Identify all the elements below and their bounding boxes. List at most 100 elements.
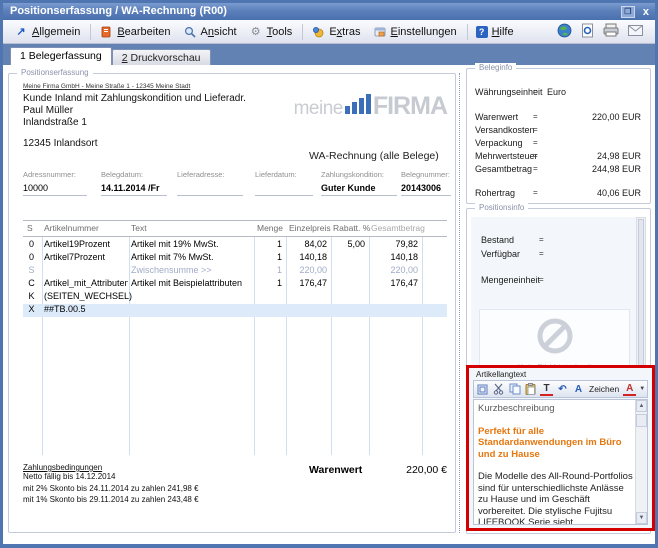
menu-extras[interactable]: Extras: [306, 23, 367, 40]
undo-icon[interactable]: ↶: [556, 383, 569, 396]
copy-icon[interactable]: [508, 383, 521, 396]
menu-bearbeiten[interactable]: Bearbeiten: [94, 23, 177, 40]
menu-allgemein[interactable]: ↗ Allgemein: [9, 23, 87, 40]
menu-separator: [467, 24, 468, 40]
scrollbar-thumb[interactable]: [636, 414, 647, 427]
tab-belegerfassung[interactable]: 1 Belegerfassung: [10, 47, 112, 65]
close-window-icon[interactable]: x: [640, 5, 652, 19]
table-row[interactable]: 0Artikel19ProzentArtikel mit 19% MwSt.18…: [9, 239, 455, 252]
title-bar: Positionserfassung / WA-Rechnung (R00) ❐…: [3, 3, 655, 20]
sender-line: Meine Firma GmbH - Meine Straße 1 - 1234…: [23, 83, 190, 90]
extras-icon: [311, 25, 325, 38]
scroll-up-icon[interactable]: ▲: [636, 400, 647, 412]
vertical-splitter[interactable]: [459, 73, 464, 533]
positionserfassung-group: Positionserfassung Meine Firma GmbH - Me…: [8, 73, 456, 533]
menu-separator: [302, 24, 303, 40]
logo-word-firma: FIRMA: [373, 92, 447, 120]
table-row-selected[interactable]: X ##TB.00.5 Artikelbeschreibung 2 Textba…: [23, 304, 447, 317]
format-text-icon[interactable]: T: [540, 383, 553, 396]
scroll-down-icon[interactable]: ▼: [636, 512, 647, 524]
beleginfo-group: Beleginfo Währungseinheit=Euro Warenwert…: [466, 68, 651, 204]
equals-sign: =: [533, 87, 538, 96]
field-lieferadresse[interactable]: Lieferadresse:: [177, 170, 243, 196]
body-text: Die Modelle des All-Round-Portfolios sin…: [478, 471, 633, 524]
content-area: Positionserfassung Meine Firma GmbH - Me…: [3, 65, 655, 544]
col-header-menge[interactable]: Menge: [257, 223, 283, 235]
info-row-bestand: Bestand=: [481, 235, 639, 247]
col-header-artikelnummer[interactable]: Artikelnummer: [44, 223, 99, 235]
col-header-gesamtbetrag[interactable]: Gesamtbetrag: [371, 223, 425, 235]
document-info-icon[interactable]: [581, 23, 594, 41]
info-row-rohertrag: Rohertrag=40,06 EUR: [475, 188, 643, 200]
info-row-mengeneinheit: Mengeneinheit=: [481, 275, 639, 287]
total-label: Warenwert: [309, 464, 362, 476]
no-image-icon: [535, 316, 575, 356]
payment-line: Netto fällig bis 14.12.2014: [23, 472, 116, 482]
font-color-dropdown-icon[interactable]: ▼: [639, 386, 645, 392]
menu-einstellungen[interactable]: Einstellungen: [368, 23, 464, 40]
settings-panel-icon: [373, 25, 387, 38]
editor-scrollbar[interactable]: ▲ ▼: [635, 400, 647, 524]
group-label: Positionserfassung: [17, 68, 93, 77]
document-type: WA-Rechnung (alle Belege): [309, 150, 439, 162]
payment-line: mit 1% Skonto bis 29.11.2014 zu zahlen 2…: [23, 495, 199, 505]
paste-icon[interactable]: [524, 383, 537, 396]
info-row-waehrung: Währungseinheit=Euro: [475, 87, 643, 99]
menu-ansicht[interactable]: Ansicht: [178, 23, 244, 40]
address-line2: Paul Müller: [23, 105, 73, 117]
table-header-bottom-line: [23, 236, 447, 237]
highlight-text: Perfekt für alle Standardanwendungen im …: [478, 426, 633, 461]
edit-notebook-icon: [99, 25, 113, 38]
info-row-warenwert: Warenwert=220,00 EUR: [475, 112, 643, 124]
info-row-verpackung: Verpackung=: [475, 138, 643, 150]
col-header-text[interactable]: Text: [131, 223, 147, 235]
table-row-subtotal[interactable]: SZwischensumme >>1220,00220,00: [9, 265, 455, 278]
payment-line: mit 2% Skonto bis 24.11.2014 zu zahlen 2…: [23, 484, 199, 494]
field-belegnummer[interactable]: Belegnummer: 20143006: [401, 170, 451, 196]
help-icon: ?: [476, 26, 488, 38]
field-lieferdatum[interactable]: Lieferdatum:: [255, 170, 313, 196]
address-line1: Kunde Inland mit Zahlungskondition und L…: [23, 93, 246, 105]
field-zahlungskondition[interactable]: Zahlungskondition: Guter Kunde: [321, 170, 397, 196]
cut-icon[interactable]: [492, 383, 505, 396]
info-row-versandkosten: Versandkosten=: [475, 125, 643, 137]
menu-bar: ↗ Allgemein Bearbeiten Ansicht ⚙ Tools E…: [3, 20, 655, 44]
restore-window-icon[interactable]: ❐: [621, 6, 635, 18]
info-row-verfuegbar: Verfügbar=: [481, 249, 639, 261]
group-label: Positionsinfo: [475, 203, 528, 212]
table-row[interactable]: CArtikel_mit_AttributenArtikel mit Beisp…: [9, 278, 455, 291]
app-window: Positionserfassung / WA-Rechnung (R00) ❐…: [0, 0, 658, 548]
group-label: Beleginfo: [475, 63, 516, 72]
globe-icon[interactable]: [557, 23, 572, 41]
col-header-s[interactable]: S: [27, 223, 33, 235]
langtext-content: Kurzbeschreibung Perfekt für alle Standa…: [478, 403, 633, 524]
table-row[interactable]: 0Artikel7ProzentArtikel mit 7% MwSt.1140…: [9, 252, 455, 265]
highlight-annotation: Artikellangtext T ↶ A Zeichen A ▼ I Kurz…: [466, 365, 655, 531]
font-color-icon[interactable]: A: [623, 383, 636, 396]
font-icon[interactable]: A: [572, 383, 585, 396]
arrow-up-right-icon: ↗: [14, 25, 28, 38]
print-icon[interactable]: [603, 23, 619, 40]
col-header-einzelpreis[interactable]: Einzelpreis: [289, 223, 331, 235]
tab-druckvorschau[interactable]: 2 Druckvorschau: [112, 49, 211, 65]
magnifier-icon: [183, 25, 197, 38]
zeichen-label[interactable]: Zeichen: [589, 384, 619, 394]
table-row[interactable]: K(SEITEN_WECHSEL): [9, 291, 455, 304]
field-belegdatum[interactable]: Belegdatum: 14.11.2014 /Fr: [101, 170, 167, 196]
gear-icon: ⚙: [249, 25, 263, 38]
menu-tools[interactable]: ⚙ Tools: [244, 23, 300, 40]
logo-bars-icon: [345, 94, 371, 114]
resize-icon[interactable]: [476, 383, 489, 396]
menu-hilfe[interactable]: ? Hilfe: [471, 24, 521, 40]
address-line3: Inlandstraße 1: [23, 117, 87, 129]
field-adressnummer[interactable]: Adressnummer: 10000: [23, 170, 87, 196]
logo-word-meine: meine: [294, 98, 343, 119]
table-header-top-line: [23, 220, 447, 221]
window-title: Positionserfassung / WA-Rechnung (R00): [10, 5, 227, 17]
info-row-gesamtbetrag: Gesamtbetrag=244,98 EUR: [475, 164, 643, 176]
langtext-editor[interactable]: Kurzbeschreibung Perfekt für alle Standa…: [473, 399, 648, 525]
langtext-toolbar: T ↶ A Zeichen A ▼ I: [473, 380, 648, 398]
mail-icon[interactable]: [628, 25, 643, 39]
col-header-rabatt[interactable]: Rabatt. %: [333, 223, 370, 235]
total-value: 220,00 €: [406, 464, 447, 476]
